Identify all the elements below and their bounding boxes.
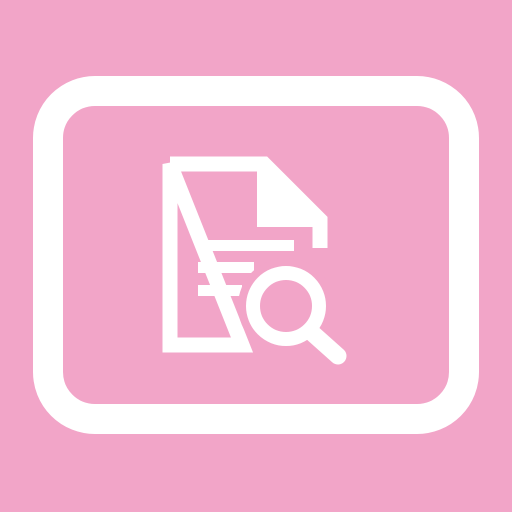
magnifier-handle bbox=[301, 322, 347, 365]
document-search-icon bbox=[162, 156, 347, 365]
text-line-2 bbox=[198, 262, 254, 273]
app-icon[interactable] bbox=[0, 0, 512, 512]
text-line-3 bbox=[198, 285, 242, 296]
text-line-1 bbox=[198, 240, 294, 251]
